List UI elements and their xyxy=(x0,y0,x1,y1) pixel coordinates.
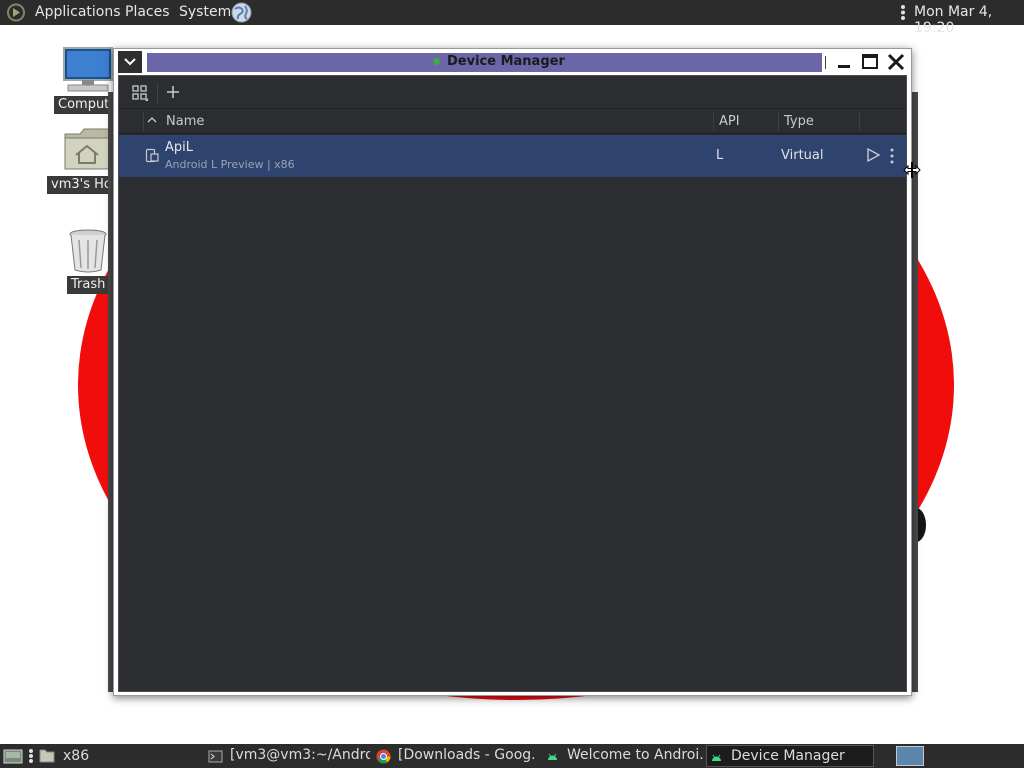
web-browser-launcher-icon[interactable] xyxy=(231,2,252,23)
device-api: L xyxy=(716,148,724,163)
home-folder-icon[interactable] xyxy=(62,126,112,172)
launch-play-icon[interactable] xyxy=(865,147,881,163)
menu-places[interactable]: Places xyxy=(125,4,170,20)
device-group-icon[interactable] xyxy=(131,84,149,102)
terminal-icon xyxy=(208,750,223,763)
table-row[interactable]: ApiL Android L Preview | x86 L Virtual xyxy=(119,135,906,177)
desktop-icon-label-trash[interactable]: Trash xyxy=(67,276,112,294)
top-panel: Applications Places System Mon Mar 4, 19… xyxy=(0,0,1024,36)
column-divider xyxy=(713,112,714,131)
folder-launcher-label[interactable]: x86 xyxy=(63,748,89,764)
distro-logo-icon[interactable] xyxy=(6,3,26,22)
device-manager-window: Device Manager Name API Type ApiL Androi… xyxy=(113,48,912,696)
column-header-type[interactable]: Type xyxy=(784,114,814,129)
taskbar-item-label: [Downloads - Goog... xyxy=(398,747,534,763)
window-title: Device Manager xyxy=(447,54,565,69)
workspace-switcher[interactable] xyxy=(896,746,924,766)
device-manager-panel: Name API Type ApiL Android L Preview | x… xyxy=(118,75,907,692)
device-list-empty-area xyxy=(119,177,906,691)
chrome-icon xyxy=(376,749,391,764)
column-header-api[interactable]: API xyxy=(719,114,740,129)
close-button[interactable] xyxy=(885,52,907,72)
taskbar-item-chrome[interactable]: [Downloads - Goog... xyxy=(374,745,534,767)
panel-handle-icon[interactable] xyxy=(900,4,906,21)
panel-handle-icon[interactable] xyxy=(28,748,34,764)
android-icon xyxy=(712,754,721,761)
taskbar-item-welcome[interactable]: Welcome to Androi... xyxy=(543,745,703,767)
toolbar-divider xyxy=(157,83,158,103)
minimize-button[interactable] xyxy=(833,52,855,72)
device-name: ApiL xyxy=(165,140,193,155)
column-divider xyxy=(859,112,860,131)
resize-cursor-icon xyxy=(903,162,921,178)
clock[interactable]: Mon Mar 4, 19:20 xyxy=(914,4,1024,36)
desktop-icon-label-home[interactable]: vm3's Ho xyxy=(47,176,112,194)
android-studio-icon xyxy=(433,58,440,65)
computer-icon[interactable] xyxy=(60,46,116,94)
column-header-name[interactable]: Name xyxy=(166,114,204,129)
column-divider xyxy=(143,112,144,131)
device-description: Android L Preview | x86 xyxy=(165,158,295,171)
window-menu-button[interactable] xyxy=(118,51,142,73)
android-icon xyxy=(548,753,557,760)
virtual-device-icon xyxy=(145,148,159,163)
device-type: Virtual xyxy=(781,148,824,163)
maximize-button[interactable] xyxy=(859,52,881,72)
menu-system[interactable]: System xyxy=(179,4,231,20)
show-desktop-icon[interactable] xyxy=(3,748,23,764)
menu-applications[interactable]: Applications xyxy=(35,4,121,20)
titlebar-separator xyxy=(825,56,826,69)
desktop-icon-label-computer[interactable]: Comput xyxy=(54,96,112,114)
taskbar-item-terminal[interactable]: [vm3@vm3:~/Andro... xyxy=(206,745,370,767)
taskbar-item-label: [vm3@vm3:~/Andro... xyxy=(230,747,370,763)
taskbar-item-device-manager[interactable]: Device Manager xyxy=(706,745,874,767)
taskbar-item-label: Device Manager xyxy=(731,748,845,764)
device-table-header: Name API Type xyxy=(119,109,906,134)
folder-icon[interactable] xyxy=(39,748,55,763)
more-options-icon[interactable] xyxy=(887,147,897,165)
window-titlebar[interactable]: Device Manager xyxy=(114,49,911,75)
sort-ascending-icon[interactable] xyxy=(147,116,157,124)
bottom-panel: x86 [vm3@vm3:~/Andro... [Downloads - Goo… xyxy=(0,744,1024,768)
chevron-down-icon xyxy=(124,58,136,66)
taskbar-item-label: Welcome to Androi... xyxy=(567,747,703,763)
device-manager-toolbar xyxy=(119,76,906,109)
column-divider xyxy=(778,112,779,131)
add-icon[interactable] xyxy=(165,84,181,100)
trash-icon[interactable] xyxy=(66,228,110,274)
